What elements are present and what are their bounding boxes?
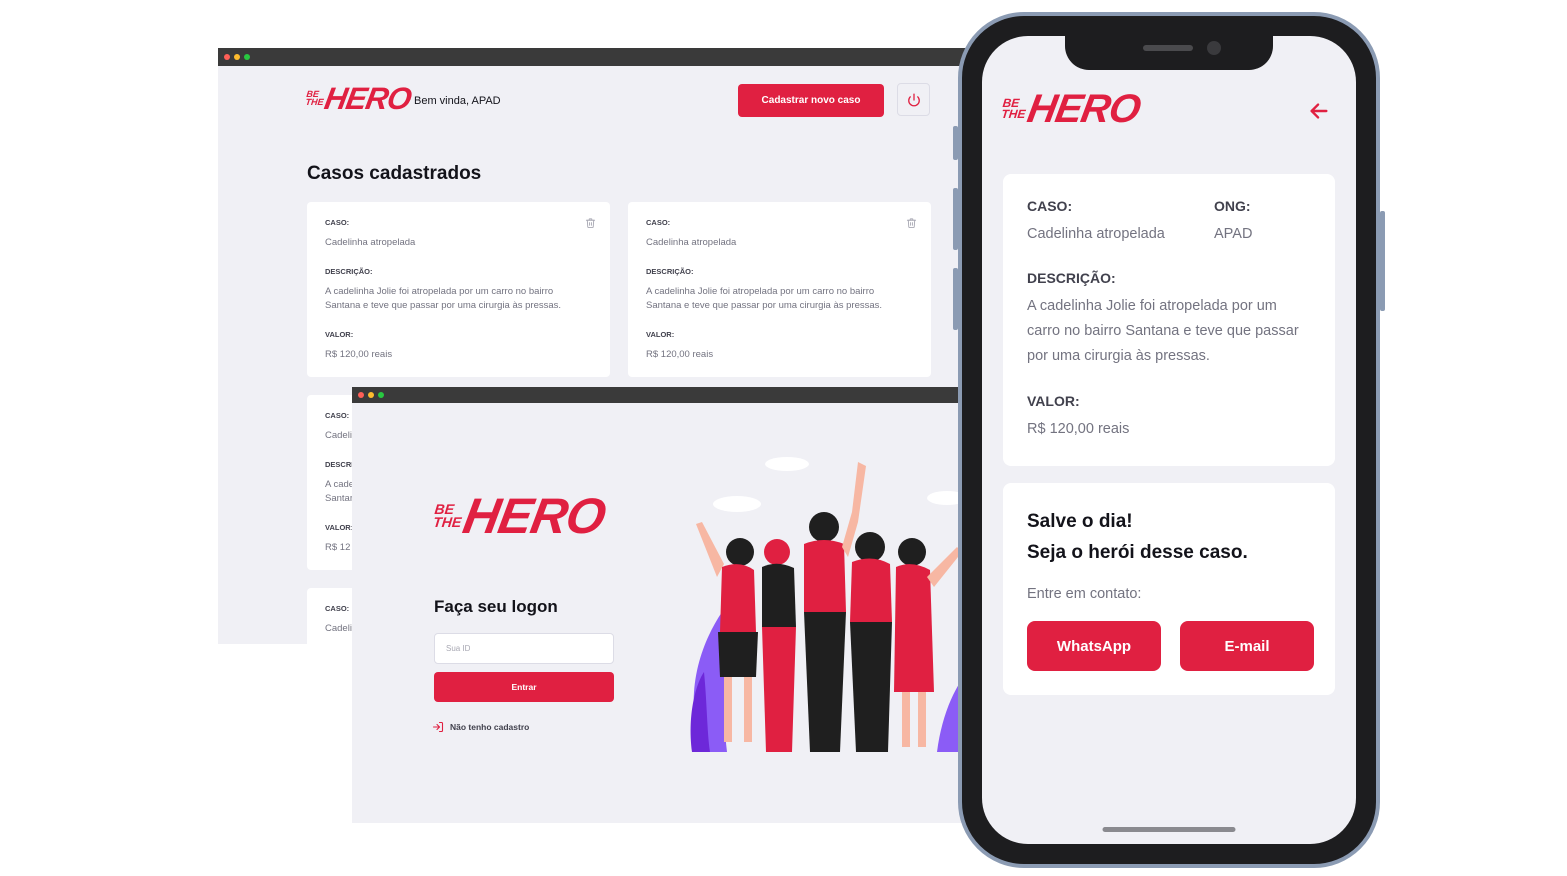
close-dot[interactable] bbox=[358, 392, 364, 398]
register-link-label: Não tenho cadastro bbox=[450, 722, 530, 732]
description-line-1: A cadelinha Jolie foi atropelada por um bbox=[1027, 298, 1277, 314]
incident-card: CASO: Cadelinha atropelada ONG: APAD DES… bbox=[1003, 174, 1335, 466]
id-input[interactable] bbox=[434, 633, 614, 664]
back-button[interactable] bbox=[1308, 100, 1330, 127]
description-label: DESCRIÇÃO: bbox=[646, 267, 694, 276]
case-label: CASO: bbox=[646, 218, 671, 227]
logo-hero: HERO bbox=[321, 81, 414, 116]
logo: BE THE HERO bbox=[432, 488, 610, 544]
description-value: A cadelinha Jolie foi atropelada por um … bbox=[325, 286, 562, 311]
case-card: CASO: Cadelinha atropelada DESCRIÇÃO: A … bbox=[628, 202, 931, 377]
ong-value: APAD bbox=[1214, 226, 1253, 242]
value-amount: R$ 120,00 reais bbox=[1027, 421, 1130, 437]
case-value: Cadelinha atropelada bbox=[325, 237, 416, 248]
close-dot[interactable] bbox=[224, 54, 230, 60]
contact-heading-2: Seja o herói desse caso. bbox=[1027, 542, 1248, 563]
page-title: Casos cadastrados bbox=[307, 163, 482, 184]
arrow-left-icon bbox=[1310, 103, 1328, 119]
logo-the: THE bbox=[305, 97, 325, 108]
whatsapp-button[interactable]: WhatsApp bbox=[1027, 621, 1161, 671]
case-label: CASO: bbox=[325, 218, 350, 227]
power-side-button bbox=[1380, 211, 1385, 311]
value-label: VALOR: bbox=[1027, 393, 1080, 409]
window-titlebar bbox=[218, 48, 978, 66]
mute-switch bbox=[953, 126, 958, 160]
power-icon bbox=[907, 93, 920, 106]
logo-the: THE bbox=[432, 514, 463, 530]
volume-down-button bbox=[953, 268, 958, 330]
logon-window: BE THE HERO Faça seu logon Entrar Não te… bbox=[352, 387, 992, 823]
greeting: Bem vinda, APAD bbox=[414, 95, 501, 107]
logo: BE THE HERO bbox=[1000, 87, 1144, 131]
case-label: CASO: bbox=[1027, 198, 1073, 214]
phone-screen: BE THE HERO CASO: Cadelinha atropelada O… bbox=[982, 36, 1356, 844]
value-amount: R$ 120,00 reais bbox=[325, 349, 393, 360]
description-label: DESCRIÇÃO: bbox=[325, 267, 373, 276]
description-line-3: por uma cirurgia às pressas. bbox=[1027, 348, 1210, 364]
maximize-dot[interactable] bbox=[378, 392, 384, 398]
description-value: A cadelinha Jolie foi atropelada por um … bbox=[646, 286, 883, 311]
contact-label: Entre em contato: bbox=[1027, 586, 1142, 602]
minimize-dot[interactable] bbox=[234, 54, 240, 60]
window-titlebar bbox=[352, 387, 992, 403]
volume-up-button bbox=[953, 188, 958, 250]
logon-title: Faça seu logon bbox=[434, 597, 558, 616]
description-label: DESCRIÇÃO: bbox=[1027, 270, 1116, 286]
ong-label: ONG: bbox=[1214, 198, 1251, 214]
logo-hero: HERO bbox=[459, 488, 610, 544]
camera bbox=[1207, 41, 1221, 55]
delete-button[interactable] bbox=[906, 216, 917, 234]
speaker bbox=[1143, 45, 1193, 51]
phone-frame: BE THE HERO CASO: Cadelinha atropelada O… bbox=[953, 12, 1385, 868]
login-button[interactable]: Entrar bbox=[434, 672, 614, 702]
home-indicator[interactable] bbox=[1102, 827, 1236, 832]
minimize-dot[interactable] bbox=[368, 392, 374, 398]
case-card: CASO: Cadelinha atropelada DESCRIÇÃO: A … bbox=[307, 202, 610, 377]
description-line-2: carro no bairro Santana e teve que passa… bbox=[1027, 323, 1299, 339]
logo-hero: HERO bbox=[1024, 87, 1144, 131]
trash-icon bbox=[585, 218, 596, 229]
logo: BE THE HERO bbox=[305, 81, 414, 116]
maximize-dot[interactable] bbox=[244, 54, 250, 60]
contact-heading-1: Salve o dia! bbox=[1027, 511, 1133, 532]
logout-button[interactable] bbox=[897, 83, 930, 116]
case-value: Cadelinha atropelada bbox=[646, 237, 737, 248]
trash-icon bbox=[906, 218, 917, 229]
logo-the: THE bbox=[1000, 107, 1027, 121]
value-amount: R$ 120,00 reais bbox=[646, 349, 714, 360]
email-button[interactable]: E-mail bbox=[1180, 621, 1314, 671]
new-case-button[interactable]: Cadastrar novo caso bbox=[738, 84, 884, 117]
log-in-icon bbox=[432, 721, 444, 733]
delete-button[interactable] bbox=[585, 216, 596, 234]
contact-card: Salve o dia! Seja o herói desse caso. En… bbox=[1003, 483, 1335, 695]
value-label: VALOR: bbox=[325, 330, 354, 339]
case-value: Cadelinha atropelada bbox=[1027, 226, 1165, 242]
heroes-illustration bbox=[690, 457, 972, 752]
value-label: VALOR: bbox=[646, 330, 675, 339]
notch bbox=[1065, 36, 1273, 70]
register-link[interactable]: Não tenho cadastro bbox=[432, 721, 529, 733]
